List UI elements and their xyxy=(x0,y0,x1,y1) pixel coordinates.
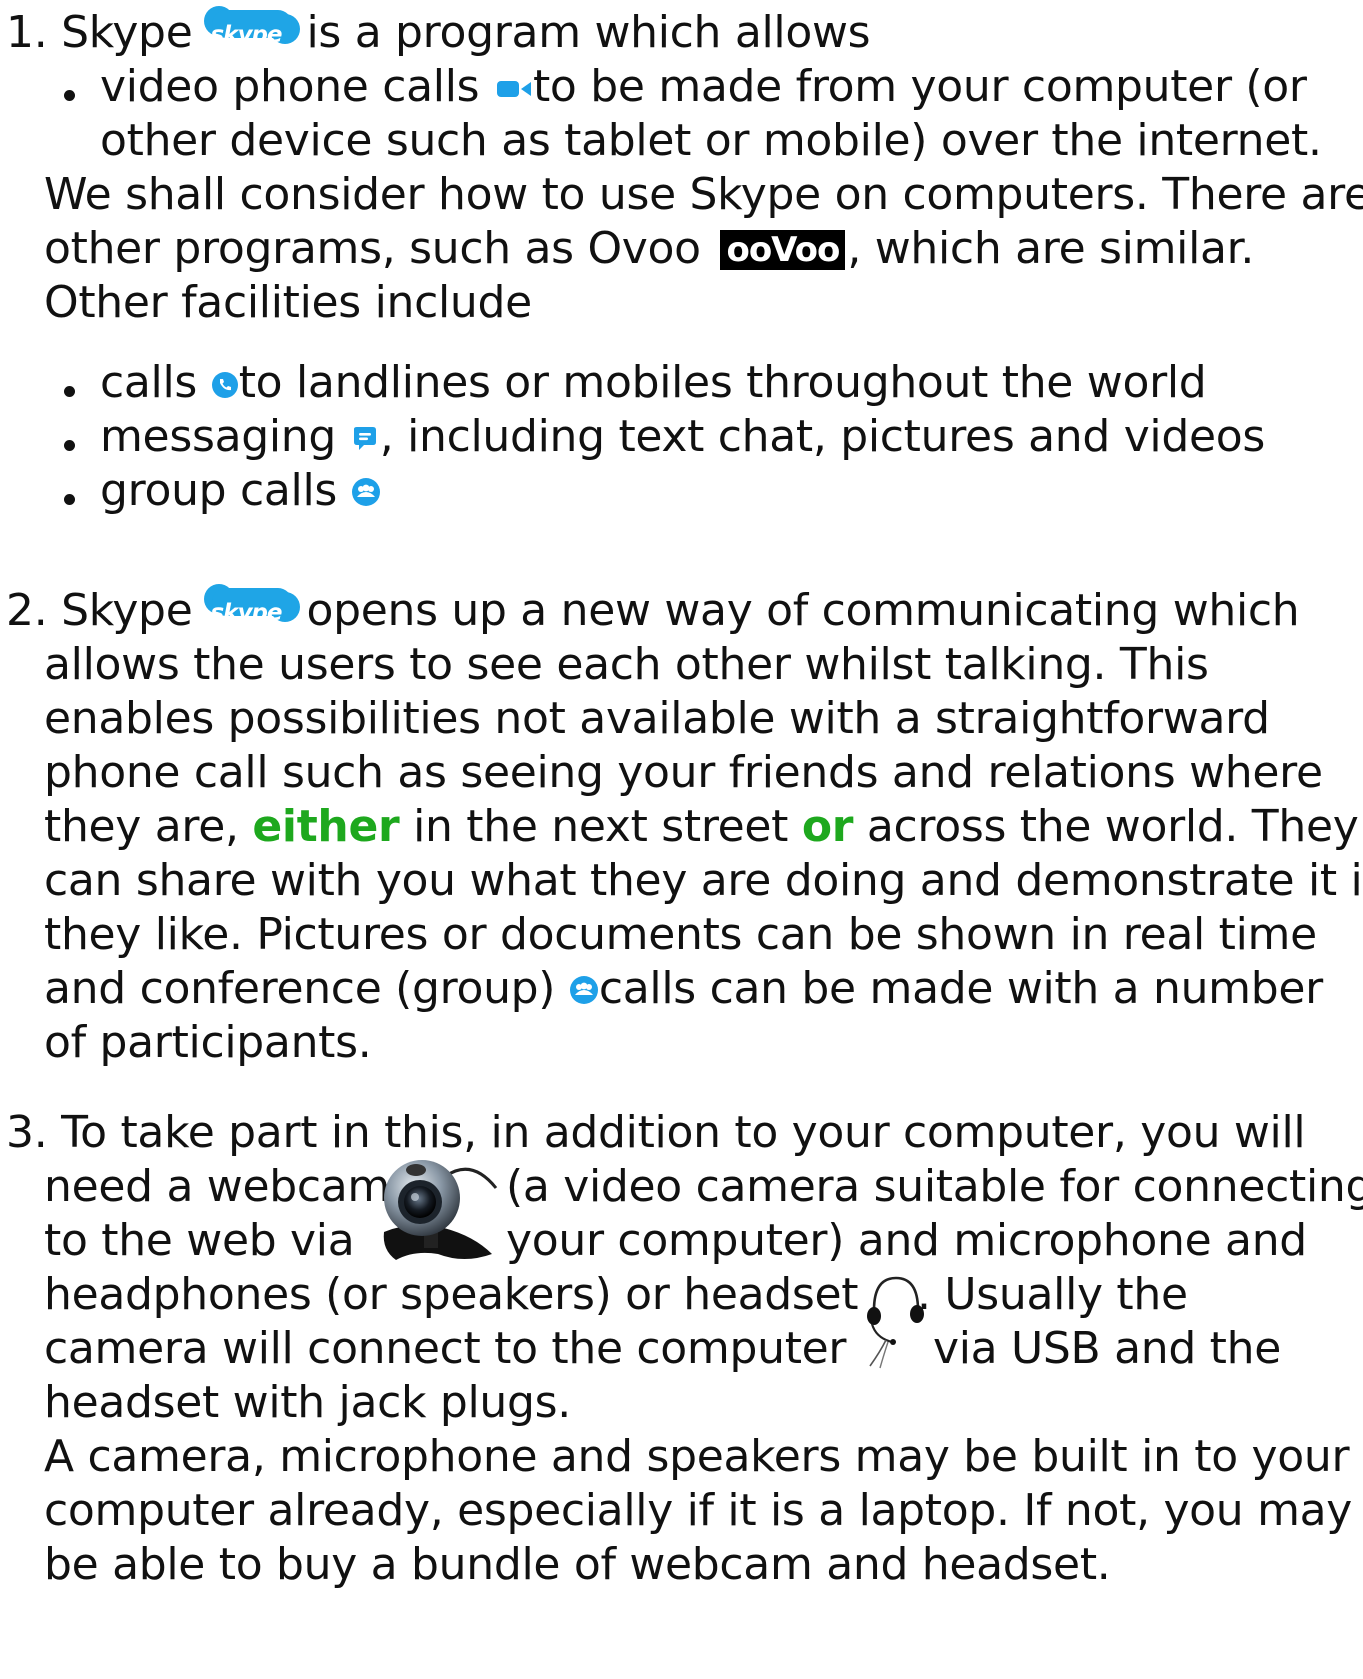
section-3-line-2: need a webcam xyxy=(44,1161,390,1212)
bullet-dot xyxy=(64,440,75,451)
section-3-line-3: to the web via xyxy=(44,1215,355,1266)
bullet-video-calls-cont: other device such as tablet or mobile) o… xyxy=(100,115,1322,166)
skype-logo-icon: skype xyxy=(204,4,301,48)
headset-icon xyxy=(867,1276,924,1369)
phone-call-icon xyxy=(211,372,238,398)
section-3-line-5-right: via USB and the xyxy=(933,1323,1281,1374)
section-3-line-1: 3. To take part in this, in addition to … xyxy=(6,1107,1306,1158)
section-3-line-6: headset with jack plugs. xyxy=(44,1377,571,1428)
section-3-line-8: computer already, especially if it is a … xyxy=(44,1485,1353,1536)
section-3-line-4-right: . Usually the xyxy=(917,1269,1188,1320)
section-2-line-6: can share with you what they are doing a… xyxy=(44,855,1363,906)
section-2-line-8: and conference (group) calls can be made… xyxy=(44,963,1323,1014)
section-number: 3. xyxy=(6,1107,48,1158)
bullet-dot xyxy=(64,386,75,397)
section-number: 2. xyxy=(6,585,48,636)
section-2-line-4: phone call such as seeing your friends a… xyxy=(44,747,1323,798)
section-1-para-line-1: We shall consider how to use Skype on co… xyxy=(44,169,1363,220)
bullet-dot xyxy=(64,90,75,101)
section-3-line-7: A camera, microphone and speakers may be… xyxy=(44,1431,1350,1482)
section-2-line-3: enables possibilities not available with… xyxy=(44,693,1270,744)
bullet-dot xyxy=(64,494,75,505)
section-3-line-4: headphones (or speakers) or headset xyxy=(44,1269,859,1320)
video-camera-icon xyxy=(496,81,531,97)
group-call-icon xyxy=(351,478,380,506)
section-2-line-2: allows the users to see each other whils… xyxy=(44,639,1209,690)
section-3-line-3-right: your computer) and microphone and xyxy=(506,1215,1307,1266)
group-call-icon xyxy=(569,976,598,1004)
section-2-line-5: they are, either in the next street or a… xyxy=(44,801,1359,852)
oovoo-logo: ooVoo xyxy=(720,230,846,270)
section-1-para-line-3: Other facilities include xyxy=(44,277,532,328)
section-3-line-9: be able to buy a bundle of webcam and he… xyxy=(44,1539,1111,1590)
section-2-line-9: of participants. xyxy=(44,1017,372,1068)
section-3-line-2-right: (a video camera suitable for connecting xyxy=(506,1161,1363,1212)
section-2-line-7: they like. Pictures or documents can be … xyxy=(44,909,1317,960)
section-3-line-5: camera will connect to the computer xyxy=(44,1323,847,1374)
skype-logo-icon: skype xyxy=(204,582,301,626)
bullet-group-calls: group calls xyxy=(100,462,381,520)
chat-message-icon xyxy=(353,427,376,450)
webcam-icon xyxy=(383,1160,498,1260)
highlight-or: or xyxy=(801,801,854,852)
section-number: 1. xyxy=(6,7,48,58)
bullet-calls: calls to landlines or mobiles throughout… xyxy=(100,357,1207,408)
bullet-messaging: messaging , including text chat, picture… xyxy=(100,411,1266,462)
section-1-line-1: 1. Skype skype is a program which allows xyxy=(6,4,871,62)
section-2-line-1: 2. Skype skype opens up a new way of commu… xyxy=(6,582,1300,640)
bullet-video-calls: video phone calls to be made from your c… xyxy=(100,61,1307,112)
section-1-para-line-2: other programs, such as Ovoo ooVoo, whic… xyxy=(44,223,1255,274)
highlight-either: either xyxy=(252,801,400,852)
